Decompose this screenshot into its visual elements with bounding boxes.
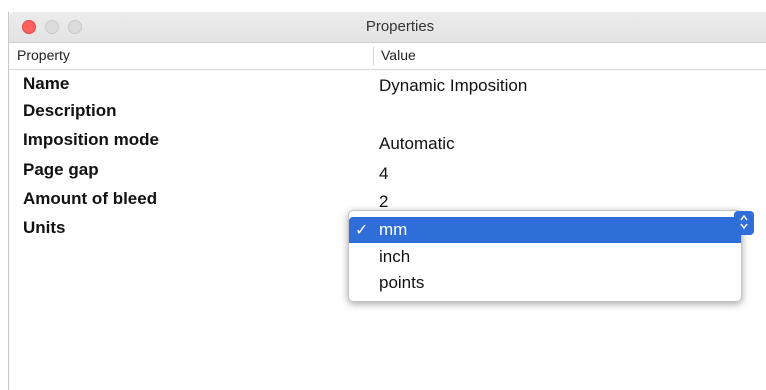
property-label: Amount of bleed xyxy=(23,189,158,208)
properties-window: Properties Property Value Name Dynamic I… xyxy=(8,12,766,390)
property-label: Description xyxy=(23,101,117,120)
menu-item-mm[interactable]: ✓ mm xyxy=(349,217,741,243)
menu-item-inch[interactable]: inch xyxy=(349,244,741,270)
column-divider[interactable] xyxy=(373,47,374,65)
property-label: Page gap xyxy=(23,160,99,179)
column-header-property[interactable]: Property xyxy=(17,47,70,63)
window-title: Properties xyxy=(365,18,435,35)
property-value[interactable]: Dynamic Imposition xyxy=(379,76,527,96)
property-value[interactable]: 2 xyxy=(379,192,388,212)
menu-item-label: mm xyxy=(379,220,408,239)
property-label: Imposition mode xyxy=(23,130,159,149)
property-value[interactable]: 4 xyxy=(379,164,388,184)
menu-item-label: inch xyxy=(379,247,411,266)
up-down-chevron-icon[interactable] xyxy=(734,211,754,235)
checkmark-icon: ✓ xyxy=(355,222,369,239)
title-bar[interactable]: Properties xyxy=(9,12,766,43)
menu-item-points[interactable]: points xyxy=(349,270,741,296)
property-label: Name xyxy=(23,74,70,93)
chevron-glyph xyxy=(740,214,748,230)
column-header-value[interactable]: Value xyxy=(381,47,416,63)
property-value[interactable]: Automatic xyxy=(379,134,455,154)
table-header: Property Value xyxy=(9,43,766,70)
units-dropdown-menu[interactable]: ✓ mm inch points xyxy=(348,210,742,302)
property-label: Units xyxy=(23,218,66,237)
menu-item-label: points xyxy=(379,273,425,292)
